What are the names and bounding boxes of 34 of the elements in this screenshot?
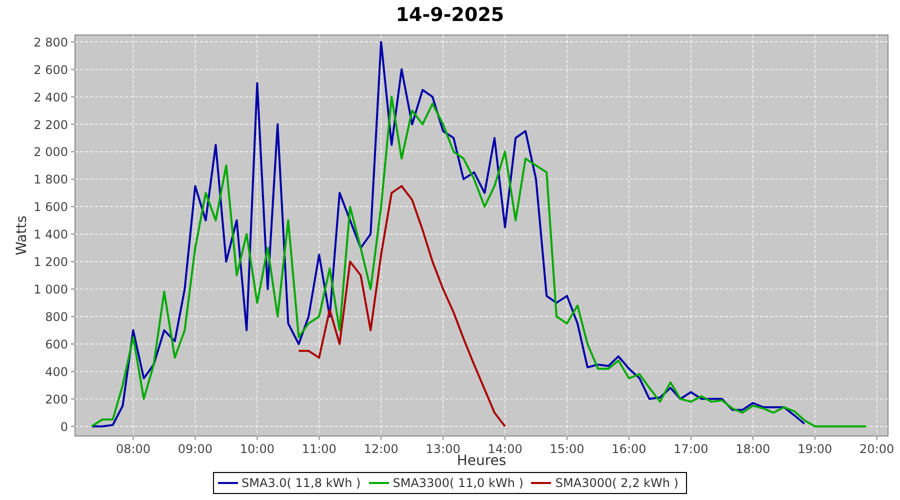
tick-label: 17:00: [674, 442, 708, 456]
x-axis-label: Heures: [456, 453, 506, 469]
tick-label: 1 400: [34, 228, 68, 242]
tick-label: 10:00: [240, 442, 274, 456]
tick-label: 400: [45, 364, 68, 379]
tick-label: 18:00: [736, 442, 770, 456]
tick-label: 13:00: [426, 442, 460, 456]
legend-label: SMA3000( 2,2 kWh ): [555, 475, 678, 492]
tick-label: 15:00: [550, 442, 584, 456]
tick-label: 2 600: [34, 62, 68, 77]
tick-label: 2 200: [34, 118, 68, 132]
tick-label: 2 800: [34, 35, 68, 50]
tick-label: 1 600: [34, 200, 68, 214]
tick-label: 1 800: [34, 172, 68, 187]
tick-label: 16:00: [612, 442, 646, 456]
tick-label: 14:00: [488, 442, 522, 456]
tick-label: 09:00: [178, 442, 212, 456]
tick-label: 11:00: [302, 442, 336, 456]
tick-label: 600: [45, 338, 68, 352]
tick-label: 200: [45, 392, 68, 406]
y-axis-label: Watts: [14, 216, 30, 256]
legend-label: SMA3.0( 11,8 kWh ): [242, 475, 361, 492]
tick-label: 2 400: [34, 90, 68, 104]
tick-label: 2 000: [34, 145, 68, 160]
tick-label: 20:00: [860, 442, 894, 456]
tick-label: 0: [60, 420, 68, 434]
tick-label: 1 000: [34, 282, 68, 297]
tick-label: 08:00: [116, 442, 151, 456]
tick-label: 12:00: [364, 442, 398, 456]
legend-label: SMA3300( 11,0 kWh ): [392, 475, 524, 492]
tick-label: 1 200: [34, 255, 68, 270]
tick-label: 800: [45, 310, 68, 324]
chart-title: 14-9-2025: [396, 4, 504, 26]
tick-label: 19:00: [798, 442, 832, 456]
